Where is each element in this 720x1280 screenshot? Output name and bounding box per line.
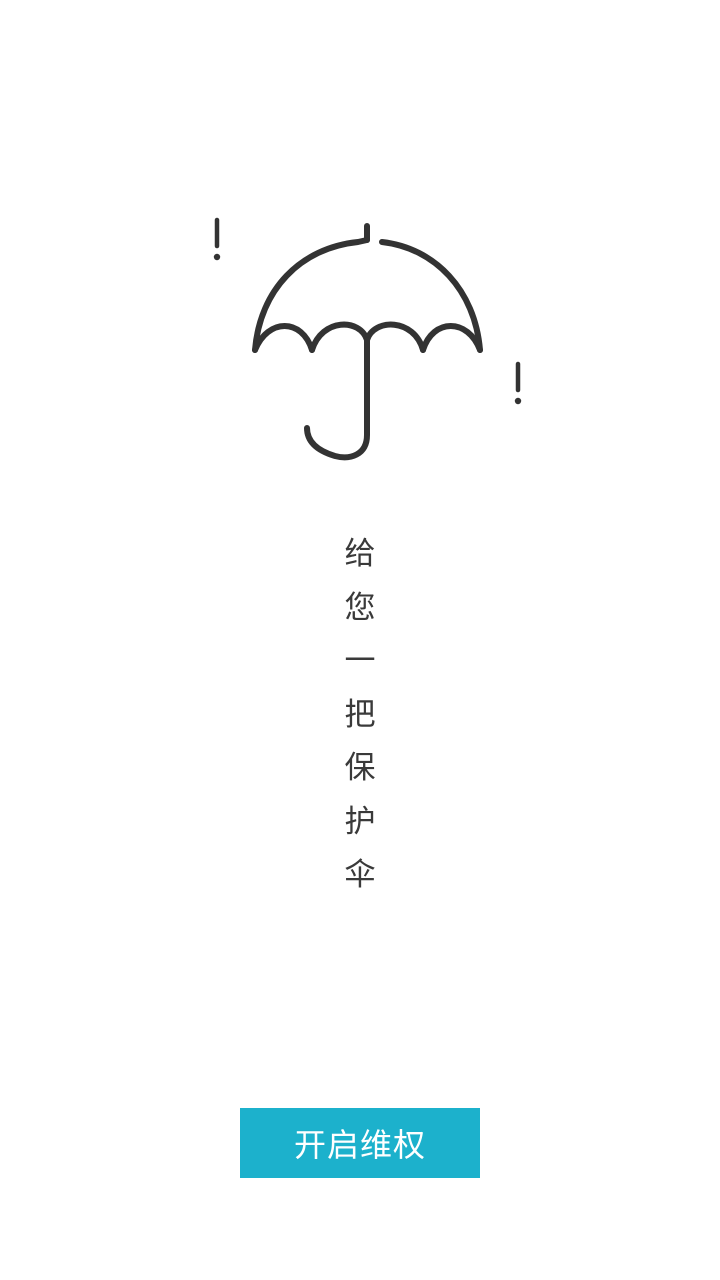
slogan-vertical-text: 给 您 一 把 保 护 伞	[310, 528, 410, 903]
umbrella-icon	[252, 223, 483, 461]
start-rights-protection-button[interactable]: 开启维权	[240, 1108, 480, 1178]
slogan-char: 保	[344, 750, 376, 786]
umbrella-illustration	[200, 210, 530, 470]
exclamation-icon	[213, 217, 221, 261]
slogan-char: 您	[344, 589, 376, 626]
slogan-char: 把	[344, 696, 376, 733]
slogan-char: 护	[344, 803, 376, 840]
slogan-char: 一	[344, 643, 376, 679]
exclamation-icon	[514, 361, 522, 405]
slogan-char: 给	[344, 536, 376, 572]
slogan-char: 伞	[344, 857, 376, 893]
